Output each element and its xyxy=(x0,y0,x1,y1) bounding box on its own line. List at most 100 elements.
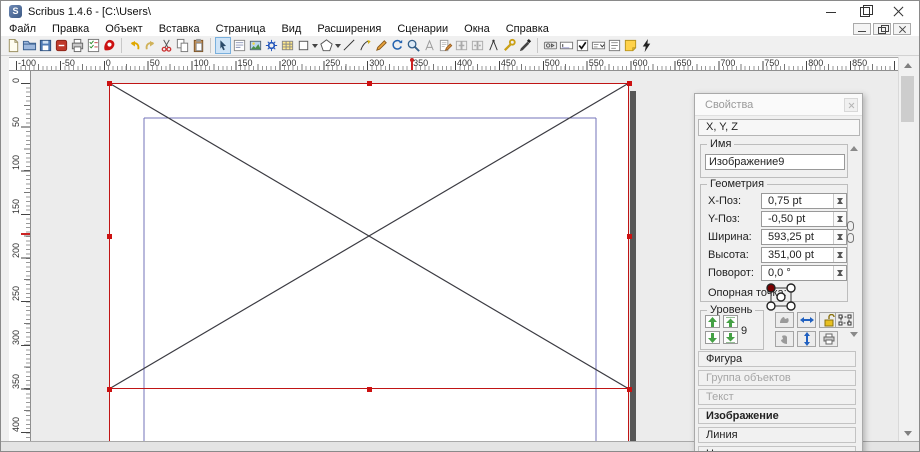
copy-icon[interactable] xyxy=(174,37,190,54)
menu-item-object[interactable]: Объект xyxy=(97,23,150,35)
scrollbar-thumb[interactable] xyxy=(901,76,914,122)
raise-level-icon[interactable] xyxy=(705,315,720,328)
rotation-spinbox[interactable]: 0,0 ° xyxy=(761,265,847,281)
insert-shape-icon[interactable] xyxy=(295,37,311,54)
mdi-close-icon[interactable] xyxy=(893,23,911,35)
selection-handle-bottom-left[interactable] xyxy=(107,387,112,392)
insert-bezier-curve-icon[interactable] xyxy=(357,37,373,54)
measurements-icon[interactable] xyxy=(485,37,501,54)
menu-extras[interactable]: Расширения xyxy=(309,23,389,35)
menu-view[interactable]: Вид xyxy=(273,23,309,35)
menu-page[interactable]: Страница xyxy=(208,23,274,35)
menu-windows[interactable]: Окна xyxy=(456,23,498,35)
paste-icon[interactable] xyxy=(190,37,206,54)
vertical-ruler[interactable]: 050100150200250300350400 xyxy=(9,71,31,441)
selection-handle-bottom-center[interactable] xyxy=(367,387,372,392)
print-object-button[interactable] xyxy=(819,331,838,347)
menu-insert[interactable]: Вставка xyxy=(151,23,208,35)
pdf-text-field-icon[interactable] xyxy=(558,37,574,54)
link-width-height-icon[interactable] xyxy=(847,221,855,251)
height-spinbox[interactable]: 351,00 pt xyxy=(761,247,847,263)
pdf-text-annotation-icon[interactable] xyxy=(622,37,638,54)
section-image[interactable]: Изображение xyxy=(698,408,856,424)
insert-text-frame-icon[interactable] xyxy=(231,37,247,54)
x-pos-value[interactable]: 0,75 pt xyxy=(762,194,833,208)
x-pos-spinner-icon[interactable] xyxy=(833,194,846,208)
flip-vertical-button[interactable] xyxy=(775,331,794,347)
unlink-text-frames-icon[interactable] xyxy=(469,37,485,54)
mdi-restore-icon[interactable] xyxy=(873,23,891,35)
height-value[interactable]: 351,00 pt xyxy=(762,248,833,262)
save-as-pdf-icon[interactable] xyxy=(101,37,117,54)
open-document-icon[interactable] xyxy=(21,37,37,54)
close-icon[interactable] xyxy=(893,6,905,18)
width-value[interactable]: 593,25 pt xyxy=(762,230,833,244)
width-spinbox[interactable]: 593,25 pt xyxy=(761,229,847,245)
tab-xyz[interactable]: X, Y, Z xyxy=(698,119,860,136)
x-pos-spinbox[interactable]: 0,75 pt xyxy=(761,193,847,209)
insert-image-frame-icon[interactable] xyxy=(247,37,263,54)
insert-line-icon[interactable] xyxy=(341,37,357,54)
panel-scroll-up-icon[interactable] xyxy=(848,140,860,150)
eye-dropper-icon[interactable] xyxy=(517,37,533,54)
story-editor-icon[interactable] xyxy=(437,37,453,54)
mirror-horizontal-button[interactable] xyxy=(797,312,816,328)
palette-title-bar[interactable]: Свойства xyxy=(695,94,862,116)
selection-handle-bottom-right[interactable] xyxy=(627,387,632,392)
cut-icon[interactable] xyxy=(158,37,174,54)
redo-icon[interactable] xyxy=(142,37,158,54)
rotate-item-icon[interactable] xyxy=(389,37,405,54)
insert-table-icon[interactable] xyxy=(279,37,295,54)
mirror-vertical-button[interactable] xyxy=(797,331,816,347)
section-colors[interactable]: Цвета xyxy=(698,446,856,452)
pdf-link-annotation-icon[interactable] xyxy=(638,37,654,54)
restore-icon[interactable] xyxy=(859,6,871,18)
copy-item-properties-icon[interactable] xyxy=(501,37,517,54)
preflight-verifier-icon[interactable] xyxy=(85,37,101,54)
insert-render-frame-icon[interactable] xyxy=(263,37,279,54)
rotation-spinner-icon[interactable] xyxy=(833,266,846,280)
lower-level-icon[interactable] xyxy=(705,331,720,344)
raise-to-top-icon[interactable] xyxy=(723,315,738,328)
shape-dropdown-icon[interactable] xyxy=(311,37,318,54)
scroll-up-icon[interactable] xyxy=(899,57,916,73)
menu-file[interactable]: Файл xyxy=(1,23,44,35)
rotation-value[interactable]: 0,0 ° xyxy=(762,266,833,280)
menu-help[interactable]: Справка xyxy=(498,23,557,35)
section-shape[interactable]: Фигура xyxy=(698,351,856,367)
minimize-icon[interactable] xyxy=(825,6,837,18)
panel-scroll-down-icon[interactable] xyxy=(848,330,860,340)
section-line[interactable]: Линия xyxy=(698,427,856,443)
print-document-icon[interactable] xyxy=(69,37,85,54)
selection-handle-middle-right[interactable] xyxy=(627,234,632,239)
insert-polygon-icon[interactable] xyxy=(318,37,334,54)
edit-contents-icon[interactable] xyxy=(421,37,437,54)
vertical-scrollbar[interactable] xyxy=(898,57,915,441)
pdf-list-box-icon[interactable] xyxy=(606,37,622,54)
menu-edit[interactable]: Правка xyxy=(44,23,97,35)
pdf-push-button-icon[interactable] xyxy=(542,37,558,54)
pdf-combo-box-icon[interactable] xyxy=(590,37,606,54)
horizontal-ruler[interactable]: -100-50050100150200250300350400450500550… xyxy=(9,57,898,71)
zoom-icon[interactable] xyxy=(405,37,421,54)
selection-handle-top-center[interactable] xyxy=(367,81,372,86)
insert-freehand-line-icon[interactable] xyxy=(373,37,389,54)
undo-icon[interactable] xyxy=(126,37,142,54)
y-pos-spinner-icon[interactable] xyxy=(833,212,846,226)
new-document-icon[interactable] xyxy=(5,37,21,54)
height-spinner-icon[interactable] xyxy=(833,248,846,262)
selection-handle-middle-left[interactable] xyxy=(107,234,112,239)
select-item-icon[interactable] xyxy=(215,37,231,54)
lock-size-button[interactable] xyxy=(835,312,854,328)
y-pos-value[interactable]: -0,50 pt xyxy=(762,212,833,226)
pdf-checkbox-icon[interactable] xyxy=(574,37,590,54)
mdi-minimize-icon[interactable] xyxy=(853,23,871,35)
palette-close-icon[interactable] xyxy=(844,98,858,112)
menu-scripts[interactable]: Сценарии xyxy=(389,23,456,35)
polygon-dropdown-icon[interactable] xyxy=(334,37,341,54)
scroll-down-icon[interactable] xyxy=(899,425,916,441)
y-pos-spinbox[interactable]: -0,50 pt xyxy=(761,211,847,227)
close-document-icon[interactable] xyxy=(53,37,69,54)
width-spinner-icon[interactable] xyxy=(833,230,846,244)
link-text-frames-icon[interactable] xyxy=(453,37,469,54)
